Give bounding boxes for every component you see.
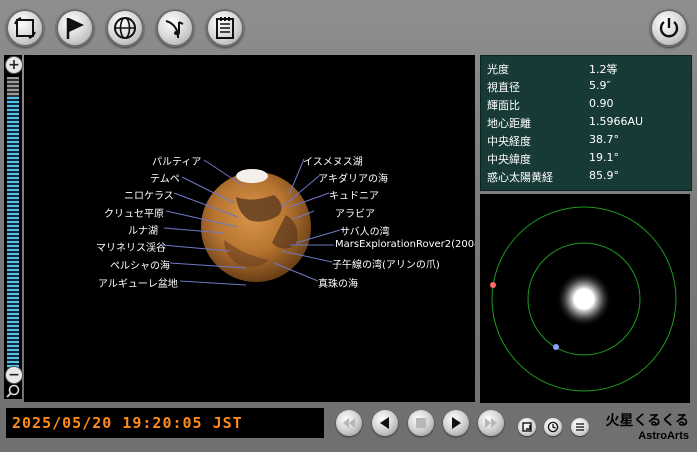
info-label-geocentric-distance: 地心距離 — [487, 117, 531, 130]
zoom-unfilled — [7, 77, 19, 98]
label-parthia: パルティア — [152, 157, 202, 168]
power-icon — [659, 18, 679, 38]
list-button[interactable] — [571, 418, 589, 436]
info-label-apparent-diameter: 視直径 — [487, 81, 520, 94]
label-margaritifer-sinus: 真珠の海 — [318, 279, 358, 290]
globe-button[interactable] — [106, 9, 144, 47]
play-button[interactable] — [443, 410, 469, 436]
window-button[interactable] — [6, 9, 44, 47]
label-sinus-sabaeus: サバ人の湾 — [340, 227, 390, 238]
info-value-central-latitude: 19.1° — [589, 151, 619, 164]
zoom-track[interactable] — [7, 77, 19, 369]
zoom-out-button[interactable]: − — [5, 366, 23, 384]
step-back-icon — [380, 417, 389, 429]
date-time-display: 2025/05/20 19:20:05 JST — [6, 408, 324, 438]
label-mars-exploration-rover: MarsExplorationRover2(2004 — [335, 239, 475, 250]
orbit-note-icon — [165, 20, 184, 39]
info-label-central-latitude: 中央緯度 — [487, 153, 531, 166]
orbit-view[interactable] — [480, 194, 690, 403]
magnifier-icon[interactable] — [6, 384, 20, 398]
globe-icon — [114, 17, 136, 39]
info-value-illumination: 0.90 — [589, 97, 614, 110]
earth-marker — [553, 344, 559, 350]
window-small-button[interactable] — [518, 418, 536, 436]
label-ismenius-lacus: イスメヌス湖 — [303, 157, 363, 168]
app-title: 火星くるくる — [605, 413, 689, 429]
mars-marker — [490, 282, 496, 288]
mars-viewer[interactable]: パルティア テムペ ニロケラス クリュセ平原 ルナ湖 マリネリス渓谷 ペルシャの… — [24, 55, 475, 402]
orbit-button[interactable] — [156, 9, 194, 47]
sun — [556, 271, 612, 327]
step-back-button[interactable] — [372, 410, 398, 436]
info-label-solar-longitude: 惑心太陽黄経 — [487, 171, 553, 184]
info-value-central-longitude: 38.7° — [589, 133, 619, 146]
zoom-slider[interactable]: + − — [4, 55, 23, 399]
rewind-icon — [343, 418, 355, 428]
stop-icon — [416, 418, 426, 428]
notepad-button[interactable] — [206, 9, 244, 47]
notepad-icon — [216, 17, 234, 39]
info-label-central-longitude: 中央経度 — [487, 135, 531, 148]
brand-logo: 火星くるくる AstroArts — [606, 410, 689, 442]
fast-forward-icon — [485, 418, 497, 428]
label-argyre-planitia: アルギューレ盆地 — [98, 279, 178, 290]
maker-name: AstroArts — [638, 430, 689, 442]
clock-icon — [547, 421, 559, 433]
zoom-out-label: − — [8, 367, 20, 383]
label-arabia: アラビア — [335, 209, 375, 220]
info-value-magnitude: 1.2等 — [589, 63, 618, 76]
label-tempe: テムペ — [150, 174, 180, 185]
orbit-diagram — [490, 206, 677, 392]
info-label-illumination: 輝面比 — [487, 99, 520, 112]
info-panel: 光度 1.2等 視直径 5.9″ 輝面比 0.90 地心距離 1.5966AU … — [480, 55, 692, 191]
zoom-in-label: + — [8, 57, 20, 73]
info-value-geocentric-distance: 1.5966AU — [589, 115, 644, 128]
rewind-button[interactable] — [336, 410, 362, 436]
flag-button[interactable] — [56, 9, 94, 47]
clock-button[interactable] — [544, 418, 562, 436]
power-button[interactable] — [650, 9, 688, 47]
toolbar — [0, 0, 697, 54]
stop-button[interactable] — [408, 410, 434, 436]
info-value-solar-longitude: 85.9° — [589, 169, 619, 182]
north-polar-cap — [236, 169, 268, 183]
info-value-apparent-diameter: 5.9″ — [589, 79, 611, 92]
label-lunae-lacus: ルナ湖 — [128, 226, 158, 237]
flag-icon — [66, 18, 84, 39]
label-cydonia: キュドニア — [329, 191, 379, 202]
label-valles-marineris: マリネリス渓谷 — [96, 243, 166, 254]
window-icon — [14, 17, 36, 39]
play-icon — [452, 417, 461, 429]
info-label-magnitude: 光度 — [487, 63, 509, 76]
window-small-icon — [522, 422, 532, 432]
label-sinus-meridiani: 子午線の湾(アリンの爪) — [332, 260, 440, 271]
label-nilokeras: ニロケラス — [124, 191, 174, 202]
mars-globe — [161, 158, 341, 286]
list-icon — [576, 423, 584, 431]
label-mare-erythraeum: ペルシャの海 — [110, 261, 170, 272]
zoom-in-button[interactable]: + — [5, 56, 23, 74]
fast-forward-button[interactable] — [478, 410, 504, 436]
label-mare-acidalium: アキダリアの海 — [318, 174, 388, 185]
label-chryse-planitia: クリュセ平原 — [104, 209, 164, 220]
